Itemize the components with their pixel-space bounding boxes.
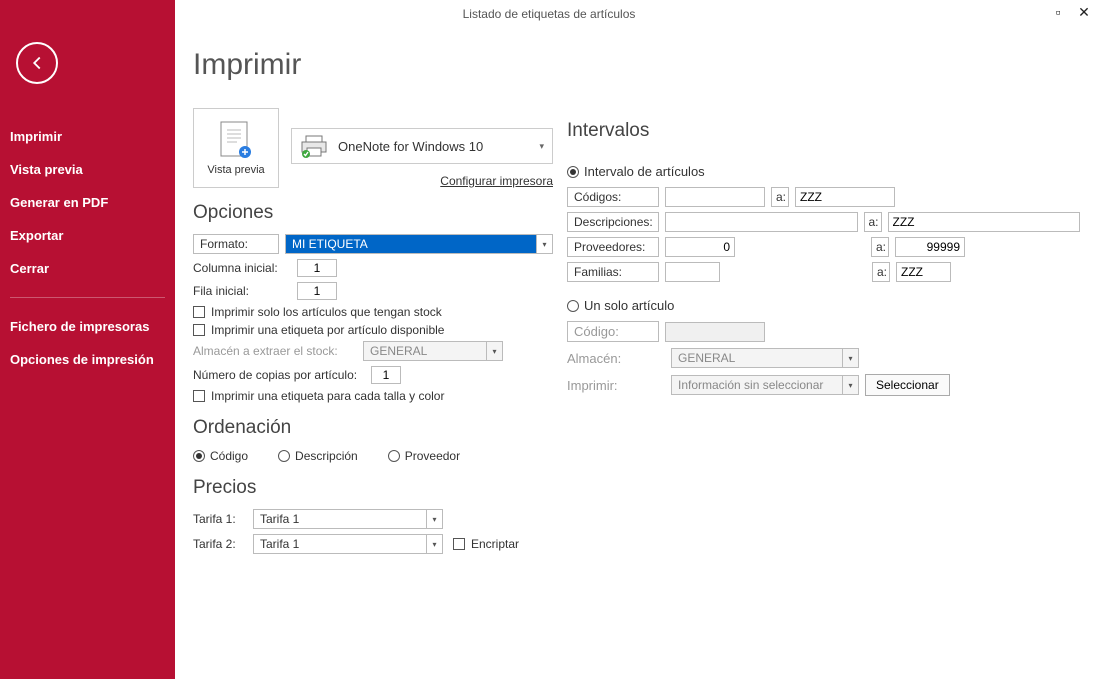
tarifa2-select[interactable]: Tarifa 1▾ <box>253 534 443 554</box>
nav-generar-pdf[interactable]: Generar en PDF <box>0 186 175 219</box>
nav-cerrar[interactable]: Cerrar <box>0 252 175 285</box>
cb-disponible-label: Imprimir una etiqueta por artículo dispo… <box>211 323 444 337</box>
fam-label: Familias: <box>567 262 659 282</box>
nav-imprimir[interactable]: Imprimir <box>0 120 175 153</box>
col-inicial-label: Columna inicial: <box>193 261 291 275</box>
col-inicial-input[interactable] <box>297 259 337 277</box>
fila-inicial-label: Fila inicial: <box>193 284 291 298</box>
a-label-1: a: <box>771 187 789 207</box>
orden-title: Ordenación <box>193 417 553 439</box>
a-label-4: a: <box>872 262 890 282</box>
cb-tallacolor-label: Imprimir una etiqueta para cada talla y … <box>211 389 444 403</box>
cb-stock[interactable] <box>193 306 205 318</box>
radio-proveedor-label: Proveedor <box>405 449 460 463</box>
intervalos-title: Intervalos <box>567 120 1080 142</box>
fam-from-input[interactable] <box>665 262 720 282</box>
radio-codigo-label: Código <box>210 449 248 463</box>
nav-separator <box>10 297 165 298</box>
close-icon[interactable]: ✕ <box>1076 4 1092 20</box>
almacen2-label: Almacén: <box>567 351 665 366</box>
nav-exportar[interactable]: Exportar <box>0 219 175 252</box>
nav-vista-previa[interactable]: Vista previa <box>0 153 175 186</box>
almacen-select: GENERAL▾ <box>363 341 503 361</box>
radio-intervalo-label: Intervalo de artículos <box>584 164 705 179</box>
formato-select[interactable]: MI ETIQUETA▾ <box>285 234 553 254</box>
radio-un-solo-label: Un solo artículo <box>584 298 674 313</box>
desc-label: Descripciones: <box>567 212 659 232</box>
nav-opciones-impresion[interactable]: Opciones de impresión <box>0 343 175 376</box>
window-title: Listado de etiquetas de artículos <box>463 7 636 21</box>
page-title: Imprimir <box>193 48 1080 82</box>
printer-icon <box>300 134 328 158</box>
fam-to-input[interactable] <box>896 262 951 282</box>
imprimir2-select: Información sin seleccionar▾ <box>671 375 859 395</box>
codigo-label: Código: <box>567 321 659 342</box>
printer-name: OneNote for Windows 10 <box>338 139 483 154</box>
printer-select[interactable]: OneNote for Windows 10 ▾ <box>291 128 553 164</box>
vista-previa-label: Vista previa <box>207 164 264 176</box>
formato-label: Formato: <box>193 234 279 254</box>
tarifa1-select[interactable]: Tarifa 1▾ <box>253 509 443 529</box>
nav-fichero-impresoras[interactable]: Fichero de impresoras <box>0 310 175 343</box>
seleccionar-button[interactable]: Seleccionar <box>865 374 950 396</box>
desc-to-input[interactable] <box>888 212 1081 232</box>
copias-input[interactable] <box>371 366 401 384</box>
prov-to-input[interactable] <box>895 237 965 257</box>
codigos-from-input[interactable] <box>665 187 765 207</box>
cb-tallacolor[interactable] <box>193 390 205 402</box>
back-button[interactable] <box>16 42 58 84</box>
copias-label: Número de copias por artículo: <box>193 368 365 382</box>
almacen2-select: GENERAL▾ <box>671 348 859 368</box>
tarifa1-label: Tarifa 1: <box>193 512 247 526</box>
fila-inicial-input[interactable] <box>297 282 337 300</box>
desc-from-input[interactable] <box>665 212 858 232</box>
radio-codigo[interactable] <box>193 450 205 462</box>
prov-label: Proveedores: <box>567 237 659 257</box>
cb-encriptar-label: Encriptar <box>471 537 519 551</box>
precios-title: Precios <box>193 477 553 499</box>
codigos-label: Códigos: <box>567 187 659 207</box>
almacen-label: Almacén a extraer el stock: <box>193 344 357 358</box>
cb-encriptar[interactable] <box>453 538 465 550</box>
a-label-2: a: <box>864 212 882 232</box>
codigos-to-input[interactable] <box>795 187 895 207</box>
imprimir2-label: Imprimir: <box>567 378 665 393</box>
radio-un-solo[interactable] <box>567 300 579 312</box>
opciones-title: Opciones <box>193 202 553 224</box>
prov-from-input[interactable] <box>665 237 735 257</box>
chevron-down-icon: ▾ <box>539 141 544 152</box>
sidebar: Imprimir Vista previa Generar en PDF Exp… <box>0 0 175 679</box>
radio-descripcion-label: Descripción <box>295 449 358 463</box>
a-label-3: a: <box>871 237 889 257</box>
cb-stock-label: Imprimir solo los artículos que tengan s… <box>211 305 442 319</box>
vista-previa-button[interactable]: Vista previa <box>193 108 279 188</box>
radio-proveedor[interactable] <box>388 450 400 462</box>
maximize-icon[interactable]: ▫ <box>1050 4 1066 20</box>
tarifa2-label: Tarifa 2: <box>193 537 247 551</box>
config-printer-link[interactable]: Configurar impresora <box>291 174 553 188</box>
codigo-input <box>665 322 765 342</box>
radio-descripcion[interactable] <box>278 450 290 462</box>
document-preview-icon <box>219 120 253 160</box>
radio-intervalo-articulos[interactable] <box>567 166 579 178</box>
cb-disponible[interactable] <box>193 324 205 336</box>
